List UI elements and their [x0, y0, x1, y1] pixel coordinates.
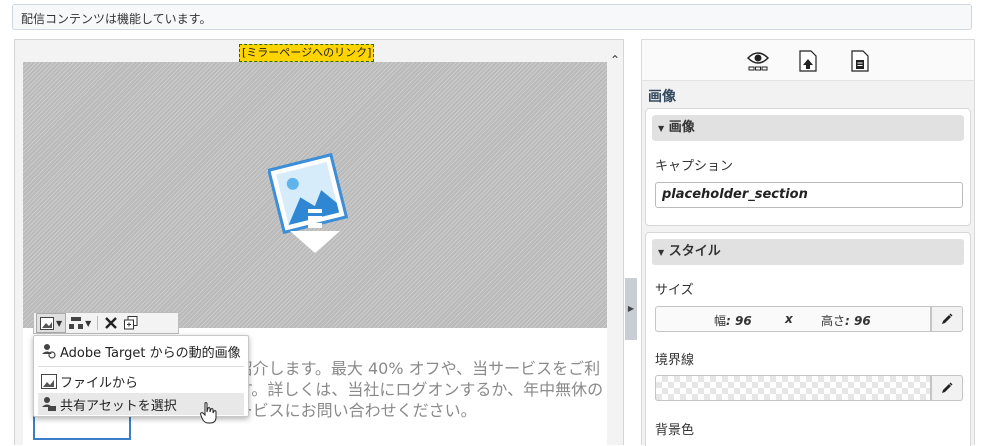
- image-group-header[interactable]: ▼ 画像: [652, 115, 964, 141]
- image-group: ▼ 画像 キャプション placeholder_section: [645, 108, 971, 226]
- style-group-header[interactable]: ▼ スタイル: [652, 239, 964, 265]
- menu-item-label: ファイルから: [60, 375, 139, 391]
- page-up-icon: [799, 50, 817, 72]
- border-label: 境界線: [655, 353, 695, 368]
- edit-border-button[interactable]: [931, 375, 963, 401]
- mirror-page-link[interactable]: [ミラーページへのリンク]: [239, 44, 375, 62]
- eye-icon: [746, 52, 770, 71]
- shared-asset-icon: [38, 396, 60, 412]
- delete-icon: [105, 317, 118, 329]
- image-upload-icon: [268, 152, 349, 253]
- insert-image-button[interactable]: ▼: [36, 313, 67, 333]
- panel-tabs: [642, 40, 974, 81]
- hand-cursor-icon: [200, 402, 217, 424]
- menu-item-label: Adobe Target からの動的画像: [60, 345, 241, 361]
- copy-button[interactable]: [121, 314, 141, 332]
- pencil-icon: [942, 382, 953, 393]
- collapse-icon: ▼: [658, 124, 665, 133]
- properties-panel: 画像 ▼ 画像 キャプション placeholder_section ▼ スタイ…: [641, 39, 975, 446]
- width-value: 幅: 96: [714, 314, 752, 328]
- caption-input[interactable]: placeholder_section: [655, 182, 963, 208]
- toolbar-divider: [97, 316, 99, 330]
- menu-divider: [38, 366, 244, 367]
- image-placeholder[interactable]: [23, 62, 607, 328]
- menu-item-dynamic-image[interactable]: Adobe Target からの動的画像: [38, 340, 244, 362]
- target-person-icon: [38, 343, 60, 359]
- page-list-icon: [851, 50, 869, 72]
- background-color-label: 背景色: [655, 423, 695, 438]
- layout-icon: [69, 316, 84, 329]
- delete-button[interactable]: [101, 314, 121, 332]
- size-field[interactable]: 幅: 96 x 高さ: 96: [655, 306, 931, 332]
- tab-page-up[interactable]: [795, 48, 821, 74]
- layout-button[interactable]: ▼: [66, 314, 94, 332]
- insert-image-icon: [40, 316, 54, 330]
- chevron-down-icon: ▼: [56, 318, 63, 328]
- tab-preview[interactable]: [745, 48, 771, 74]
- image-group-title: 画像: [668, 120, 695, 135]
- menu-item-label: 共有アセットを選択: [60, 398, 177, 414]
- pencil-icon: [942, 313, 953, 324]
- copy-icon: [124, 316, 138, 330]
- panel-collapse-handle[interactable]: ▶: [625, 278, 637, 340]
- height-value: 高さ: 96: [821, 314, 871, 328]
- scroll-up-icon[interactable]: ⌃: [609, 54, 621, 66]
- menu-item-from-file[interactable]: ファイルから: [38, 370, 244, 392]
- image-toolbar: ▼ ▼: [33, 312, 179, 334]
- chevron-down-icon: ▼: [85, 318, 92, 328]
- upload-file-icon: [38, 373, 60, 389]
- size-label: サイズ: [655, 283, 694, 298]
- caption-label: キャプション: [655, 159, 734, 174]
- size-separator: x: [785, 312, 793, 326]
- collapse-icon: ▼: [658, 248, 665, 257]
- edit-size-button[interactable]: [931, 306, 963, 332]
- style-group: ▼ スタイル サイズ 幅: 96 x 高さ: 96 境界線 背景色: [645, 232, 971, 446]
- panel-title: 画像: [648, 89, 676, 105]
- status-notice-text: 配信コンテンツは機能しています。: [21, 12, 212, 26]
- style-group-title: スタイル: [668, 244, 721, 259]
- tab-page-list[interactable]: [847, 48, 873, 74]
- status-notice: 配信コンテンツは機能しています。: [12, 4, 972, 30]
- border-field[interactable]: [655, 375, 931, 401]
- insert-image-menu: Adobe Target からの動的画像 ファイルから 共有アセットを選択: [33, 335, 249, 424]
